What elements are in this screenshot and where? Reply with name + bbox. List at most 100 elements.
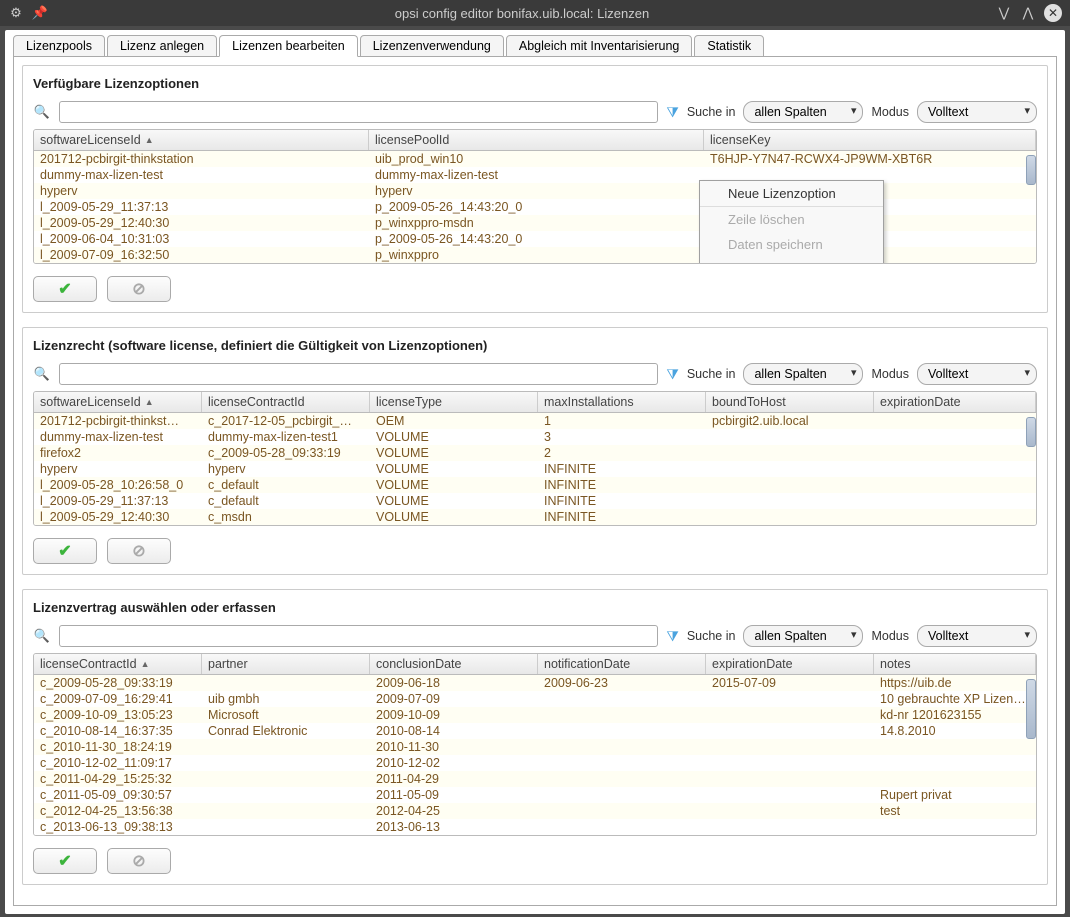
tab-lizenzen-bearbeiten[interactable]: Lizenzen bearbeiten <box>219 35 358 57</box>
search-input[interactable] <box>59 625 658 647</box>
table-cell: l_2009-05-29_12:40:30 <box>34 509 202 525</box>
col-max-installations[interactable]: maxInstallations <box>538 392 706 412</box>
confirm-button[interactable]: ✔ <box>33 538 97 564</box>
scrollbar[interactable] <box>1026 679 1036 739</box>
table-cell: 10 gebrauchte XP Lizen… <box>874 691 1036 707</box>
col-license-contract-id[interactable]: licenseContractId <box>202 392 370 412</box>
tab-lizenzpools[interactable]: Lizenzpools <box>13 35 105 57</box>
table-row[interactable]: c_2010-12-02_11:09:172010-12-02 <box>34 755 1036 771</box>
table-row[interactable]: c_2010-08-14_16:37:35Conrad Elektronic20… <box>34 723 1036 739</box>
search-row: 🔍 ⧩ Suche in allen Spalten Modus Volltex… <box>33 101 1037 123</box>
table-cell: c_2010-12-02_11:09:17 <box>34 755 202 771</box>
table-cell: 2011-05-09 <box>370 787 538 803</box>
search-mode-combo[interactable]: Volltext <box>917 625 1037 647</box>
table-cell: c_2010-11-30_18:24:19 <box>34 739 202 755</box>
window-content: Lizenzpools Lizenz anlegen Lizenzen bear… <box>5 30 1065 914</box>
table-row[interactable]: dummy-max-lizen-testdummy-max-lizen-test <box>34 167 1036 183</box>
col-license-contract-id[interactable]: licenseContractId▲ <box>34 654 202 674</box>
table-row[interactable]: c_2011-04-29_15:25:322011-04-29 <box>34 771 1036 787</box>
table-cell: 2013-06-13 <box>370 819 538 835</box>
table-cell: uib_prod_win10 <box>369 151 704 167</box>
maximize-icon[interactable]: ⋀ <box>1020 5 1036 21</box>
table-row[interactable]: c_2009-07-09_16:29:41uib gmbh2009-07-091… <box>34 691 1036 707</box>
search-columns-combo[interactable]: allen Spalten <box>743 625 863 647</box>
pin-icon[interactable]: 📌 <box>32 5 48 21</box>
tab-statistik[interactable]: Statistik <box>694 35 764 57</box>
table-row[interactable]: l_2009-06-04_10:31:03p_2009-05-26_14:43:… <box>34 231 1036 247</box>
col-expiration-date[interactable]: expirationDate <box>874 392 1036 412</box>
col-software-license-id[interactable]: softwareLicenseId▲ <box>34 392 202 412</box>
search-columns-combo[interactable]: allen Spalten <box>743 101 863 123</box>
scrollbar[interactable] <box>1026 417 1036 447</box>
table-cell: 2009-06-18 <box>370 675 538 691</box>
table-row[interactable]: c_2012-04-25_13:56:382012-04-25test <box>34 803 1036 819</box>
col-partner[interactable]: partner <box>202 654 370 674</box>
cancel-button[interactable]: ⊘ <box>107 276 171 302</box>
col-software-license-id[interactable]: softwareLicenseId▲ <box>34 130 369 150</box>
window-titlebar: ⚙ 📌 opsi config editor bonifax.uib.local… <box>0 0 1070 26</box>
table-cell <box>202 819 370 835</box>
search-icon[interactable]: 🔍 <box>33 365 51 383</box>
table-row[interactable]: hypervhyperv <box>34 183 1036 199</box>
table-row[interactable]: c_2010-11-30_18:24:192010-11-30 <box>34 739 1036 755</box>
table-cell: hyperv <box>34 461 202 477</box>
table-row[interactable]: l_2009-05-28_10:26:58_0c_defaultVOLUMEIN… <box>34 477 1036 493</box>
col-expiration-date[interactable]: expirationDate <box>706 654 874 674</box>
table-row[interactable]: dummy-max-lizen-testdummy-max-lizen-test… <box>34 429 1036 445</box>
table-row[interactable]: l_2009-05-29_12:40:30c_msdnVOLUMEINFINIT… <box>34 509 1036 525</box>
filter-icon[interactable]: ⧩ <box>666 366 679 383</box>
col-conclusion-date[interactable]: conclusionDate <box>370 654 538 674</box>
table-row[interactable]: l_2009-07-09_16:32:50p_winxppro BXT7Q <box>34 247 1036 263</box>
table-row[interactable]: c_2013-06-13_09:38:132013-06-13 <box>34 819 1036 835</box>
search-icon[interactable]: 🔍 <box>33 627 51 645</box>
section-title: Verfügbare Lizenzoptionen <box>33 76 1037 91</box>
table-row[interactable]: hypervhypervVOLUMEINFINITE <box>34 461 1036 477</box>
table-row[interactable]: c_2009-10-09_13:05:23Microsoft2009-10-09… <box>34 707 1036 723</box>
table-cell <box>202 771 370 787</box>
col-bound-to-host[interactable]: boundToHost <box>706 392 874 412</box>
menu-new-option[interactable]: Neue Lizenzoption <box>700 181 883 206</box>
table-row[interactable]: firefox2c_2009-05-28_09:33:19VOLUME2 <box>34 445 1036 461</box>
tab-lizenzenverwendung[interactable]: Lizenzenverwendung <box>360 35 504 57</box>
close-icon[interactable]: ✕ <box>1044 4 1062 22</box>
table-cell: 2 <box>538 445 706 461</box>
col-notes[interactable]: notes <box>874 654 1036 674</box>
tab-abgleich[interactable]: Abgleich mit Inventarisierung <box>506 35 693 57</box>
table-cell: l_2009-06-04_10:31:03 <box>34 231 369 247</box>
table-row[interactable]: c_2011-05-09_09:30:572011-05-09Rupert pr… <box>34 787 1036 803</box>
search-columns-combo[interactable]: allen Spalten <box>743 363 863 385</box>
table-cell: 2015-07-09 <box>706 675 874 691</box>
table-cell: c_2009-05-28_09:33:19 <box>202 445 370 461</box>
search-mode-combo[interactable]: Volltext <box>917 101 1037 123</box>
cancel-button[interactable]: ⊘ <box>107 848 171 874</box>
table-row[interactable]: l_2009-05-29_11:37:13c_defaultVOLUMEINFI… <box>34 493 1036 509</box>
search-mode-combo[interactable]: Volltext <box>917 363 1037 385</box>
table-row[interactable]: c_2009-05-28_09:33:192009-06-182009-06-2… <box>34 675 1036 691</box>
table-cell: p_winxppro-msdn <box>369 215 704 231</box>
confirm-button[interactable]: ✔ <box>33 848 97 874</box>
col-license-key[interactable]: licenseKey <box>704 130 1036 150</box>
cancel-button[interactable]: ⊘ <box>107 538 171 564</box>
table-cell: 2010-08-14 <box>370 723 538 739</box>
confirm-button[interactable]: ✔ <box>33 276 97 302</box>
col-notification-date[interactable]: notificationDate <box>538 654 706 674</box>
window-title: opsi config editor bonifax.uib.local: Li… <box>48 6 996 21</box>
filter-icon[interactable]: ⧩ <box>666 104 679 121</box>
tab-lizenz-anlegen[interactable]: Lizenz anlegen <box>107 35 217 57</box>
table-cell <box>706 771 874 787</box>
search-icon[interactable]: 🔍 <box>33 103 51 121</box>
table-row[interactable]: l_2009-05-29_12:40:30p_winxppro-msdn 4CQ… <box>34 215 1036 231</box>
search-input[interactable] <box>59 363 658 385</box>
minimize-icon[interactable]: ⋁ <box>996 5 1012 21</box>
filter-icon[interactable]: ⧩ <box>666 628 679 645</box>
col-license-type[interactable]: licenseType <box>370 392 538 412</box>
search-input[interactable] <box>59 101 658 123</box>
table-row[interactable]: l_2009-05-29_11:37:13p_2009-05-26_14:43:… <box>34 199 1036 215</box>
section-license-right: Lizenzrecht (software license, definiert… <box>22 327 1048 575</box>
section-license-options: Verfügbare Lizenzoptionen 🔍 ⧩ Suche in a… <box>22 65 1048 313</box>
col-license-pool-id[interactable]: licensePoolId <box>369 130 704 150</box>
table-row[interactable]: 201712-pcbirgit-thinkstationuib_prod_win… <box>34 151 1036 167</box>
table-row[interactable]: 201712-pcbirgit-thinkst…c_2017-12-05_pcb… <box>34 413 1036 429</box>
table-cell <box>874 755 1036 771</box>
scrollbar[interactable] <box>1026 155 1036 185</box>
